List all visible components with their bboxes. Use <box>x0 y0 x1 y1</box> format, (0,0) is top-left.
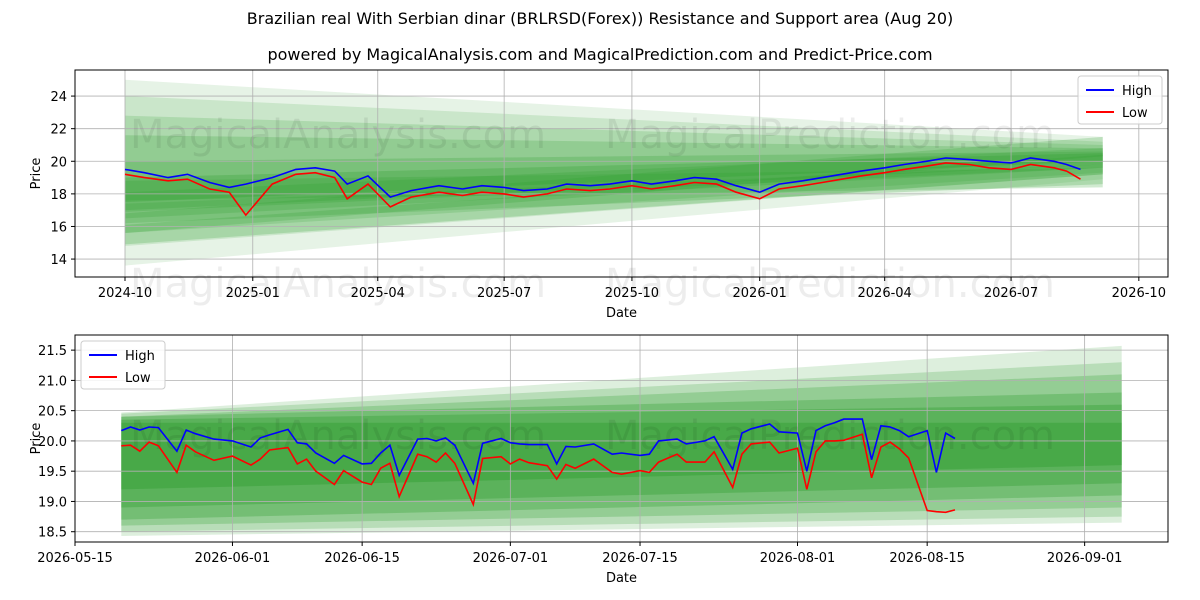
legend: High Low <box>80 340 166 390</box>
y-axis-label: Price <box>29 158 44 190</box>
y-tick-label: 18 <box>50 188 67 203</box>
x-tick-label: 2026-08-15 <box>889 551 965 566</box>
x-tick-label: 2026-08-01 <box>760 551 836 566</box>
bottom-plot: MagicalAnalysis.com MagicalPrediction.com… <box>29 334 1169 586</box>
legend-label-high: High <box>1122 84 1152 99</box>
x-tick-label: 2026-01 <box>733 286 787 301</box>
x-axis-label: Date <box>606 306 637 321</box>
y-tick-label: 21.0 <box>38 374 67 389</box>
y-tick-label: 16 <box>50 220 67 235</box>
y-tick-label: 22 <box>50 123 67 138</box>
legend-label-high: High <box>125 349 155 364</box>
watermark-text: MagicalAnalysis.com <box>130 112 546 158</box>
y-tick-label: 20 <box>50 155 67 170</box>
x-tick-label: 2026-06-15 <box>324 551 400 566</box>
x-tick-label: 2026-05-15 <box>37 551 113 566</box>
watermark-text: MagicalPrediction.com <box>605 413 1055 459</box>
x-tick-label: 2025-01 <box>226 286 280 301</box>
x-tick-label: 2024-10 <box>98 286 152 301</box>
y-axis-label: Price <box>29 423 44 455</box>
y-tick-label: 18.5 <box>38 526 67 541</box>
legend-label-low: Low <box>1122 106 1148 121</box>
forecast-charts: MagicalAnalysis.com MagicalPrediction.com… <box>29 69 1169 586</box>
x-tick-label: 2025-07 <box>477 286 531 301</box>
y-tick-label: 20.5 <box>38 405 67 420</box>
x-tick-label: 2026-04 <box>858 286 912 301</box>
x-tick-label: 2026-10 <box>1112 286 1166 301</box>
x-tick-label: 2025-10 <box>605 286 659 301</box>
x-tick-label: 2026-06-01 <box>195 551 271 566</box>
top-plot: MagicalAnalysis.com MagicalPrediction.com… <box>29 69 1169 321</box>
x-axis-label: Date <box>606 571 637 586</box>
watermark-text: MagicalAnalysis.com <box>130 413 546 459</box>
x-tick-label: 2026-09-01 <box>1047 551 1123 566</box>
y-tick-label: 19.0 <box>38 495 67 510</box>
y-tick-label: 19.5 <box>38 465 67 480</box>
x-tick-label: 2025-04 <box>351 286 405 301</box>
forecast-bands <box>124 79 1103 266</box>
x-tick-label: 2026-07 <box>984 286 1038 301</box>
legend-label-low: Low <box>125 371 151 386</box>
x-tick-label: 2026-07-15 <box>602 551 678 566</box>
y-tick-label: 24 <box>50 90 67 105</box>
y-tick-label: 14 <box>50 253 67 268</box>
watermark-text: MagicalPrediction.com <box>605 112 1055 158</box>
y-tick-label: 21.5 <box>38 344 67 359</box>
x-tick-label: 2026-07-01 <box>473 551 549 566</box>
legend: High Low <box>1077 75 1163 125</box>
